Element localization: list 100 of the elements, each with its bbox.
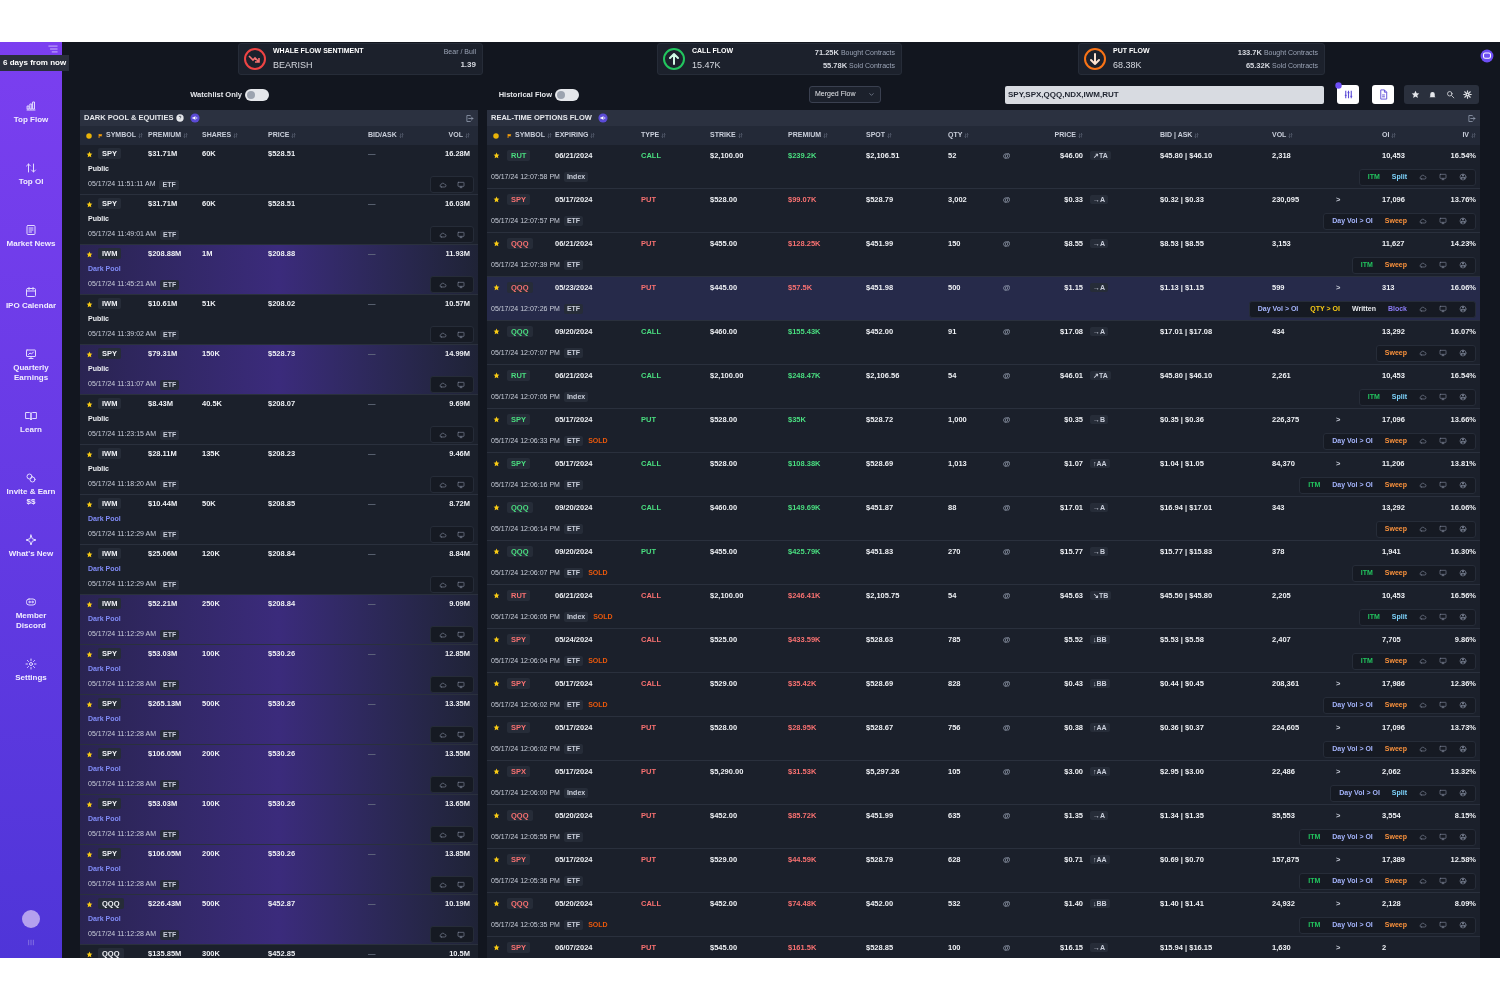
monitor-icon[interactable] [457,930,465,939]
sidebar-item[interactable]: Top OI [1,162,61,224]
chat-icon[interactable] [1480,49,1494,63]
sidebar-item[interactable]: Settings [1,658,61,720]
monitor-icon[interactable] [1439,349,1447,357]
document-button[interactable] [1372,85,1394,104]
sort-icon[interactable] [590,133,596,138]
hazard-icon[interactable] [1459,173,1467,181]
cloud-icon[interactable] [439,180,447,189]
monitor-icon[interactable] [1439,745,1447,753]
monitor-icon[interactable] [1439,217,1447,225]
bars-icon[interactable] [27,939,35,946]
star-icon[interactable] [493,548,500,555]
star-icon[interactable] [86,750,93,758]
hazard-icon[interactable] [1459,525,1467,533]
toggle-switch[interactable] [245,88,269,101]
cloud-icon[interactable] [1419,437,1427,445]
monitor-icon[interactable] [1439,921,1447,929]
cloud-icon[interactable] [439,530,447,539]
star-icon[interactable] [86,400,93,408]
star-icon[interactable] [493,460,500,467]
sort-icon[interactable] [1391,133,1397,138]
search-field[interactable]: SPY,SPX,QQQ,NDX,IWM,RUT [1005,85,1324,104]
monitor-icon[interactable] [457,780,465,789]
monitor-icon[interactable] [457,730,465,739]
star-icon[interactable] [493,196,500,203]
star-icon[interactable] [86,650,93,658]
star-icon[interactable] [493,328,500,335]
star-icon[interactable] [86,700,93,708]
star-icon[interactable] [493,900,500,907]
monitor-icon[interactable] [1439,305,1447,313]
sidebar-item[interactable]: Quarterly Earnings [1,348,61,410]
avatar[interactable] [22,910,40,928]
star-icon[interactable] [493,372,500,379]
cloud-icon[interactable] [439,630,447,639]
hazard-icon[interactable] [1459,701,1467,709]
cloud-icon[interactable] [439,330,447,339]
exit-icon[interactable] [1467,113,1476,123]
cloud-icon[interactable] [1419,921,1427,929]
star-icon[interactable] [493,240,500,247]
cloud-icon[interactable] [439,230,447,239]
hazard-icon[interactable] [1459,657,1467,665]
star-icon[interactable] [86,550,93,558]
cloud-icon[interactable] [439,730,447,739]
monitor-icon[interactable] [1439,393,1447,401]
cloud-icon[interactable] [1419,701,1427,709]
cloud-icon[interactable] [1419,525,1427,533]
monitor-icon[interactable] [1439,657,1447,665]
star-icon[interactable] [493,680,500,687]
monitor-icon[interactable] [1439,569,1447,577]
monitor-icon[interactable] [457,180,465,189]
sort-icon[interactable] [823,133,829,138]
cloud-icon[interactable] [439,380,447,389]
cloud-icon[interactable] [1419,481,1427,489]
sidebar-item[interactable]: IPO Calendar [1,286,61,348]
exit-icon[interactable] [465,113,474,123]
sort-icon[interactable] [233,133,239,138]
monitor-icon[interactable] [457,580,465,589]
cloud-icon[interactable] [1419,613,1427,621]
star-icon[interactable] [493,724,500,731]
cloud-icon[interactable] [1419,349,1427,357]
sort-icon[interactable] [661,133,667,138]
star-icon[interactable] [493,284,500,291]
monitor-icon[interactable] [457,480,465,489]
hazard-icon[interactable] [1459,261,1467,269]
monitor-icon[interactable] [1439,525,1447,533]
monitor-icon[interactable] [457,280,465,289]
star-icon[interactable] [86,200,93,208]
sidebar-item[interactable]: Top Flow [1,100,61,162]
cloud-icon[interactable] [439,880,447,889]
sidebar-item[interactable]: What's New [1,534,61,596]
star-icon[interactable] [493,768,500,775]
star-icon[interactable] [493,416,500,423]
cloud-icon[interactable] [1419,217,1427,225]
search-icon[interactable] [1445,90,1455,99]
star-icon[interactable] [493,812,500,819]
sort-icon[interactable] [398,133,404,138]
monitor-icon[interactable] [457,230,465,239]
sort-icon[interactable] [737,133,743,138]
cloud-icon[interactable] [1419,877,1427,885]
star-icon[interactable] [493,592,500,599]
star-icon[interactable] [86,450,93,458]
sidebar-item[interactable]: Member Discord [1,596,61,658]
cloud-icon[interactable] [439,680,447,689]
star-icon[interactable] [86,150,93,158]
star-icon[interactable] [86,250,93,258]
monitor-icon[interactable] [457,330,465,339]
cloud-icon[interactable] [1419,173,1427,181]
monitor-icon[interactable] [1439,833,1447,841]
monitor-icon[interactable] [1439,437,1447,445]
star-icon[interactable] [493,636,500,643]
hazard-icon[interactable] [1459,613,1467,621]
settings-icon[interactable] [1462,90,1472,99]
sidebar-item[interactable]: Market News [1,224,61,286]
menu-icon[interactable] [47,44,59,54]
speaker-icon[interactable] [190,113,201,123]
cloud-icon[interactable] [439,780,447,789]
cloud-icon[interactable] [439,930,447,939]
star-icon[interactable] [493,504,500,511]
hazard-icon[interactable] [1459,349,1467,357]
